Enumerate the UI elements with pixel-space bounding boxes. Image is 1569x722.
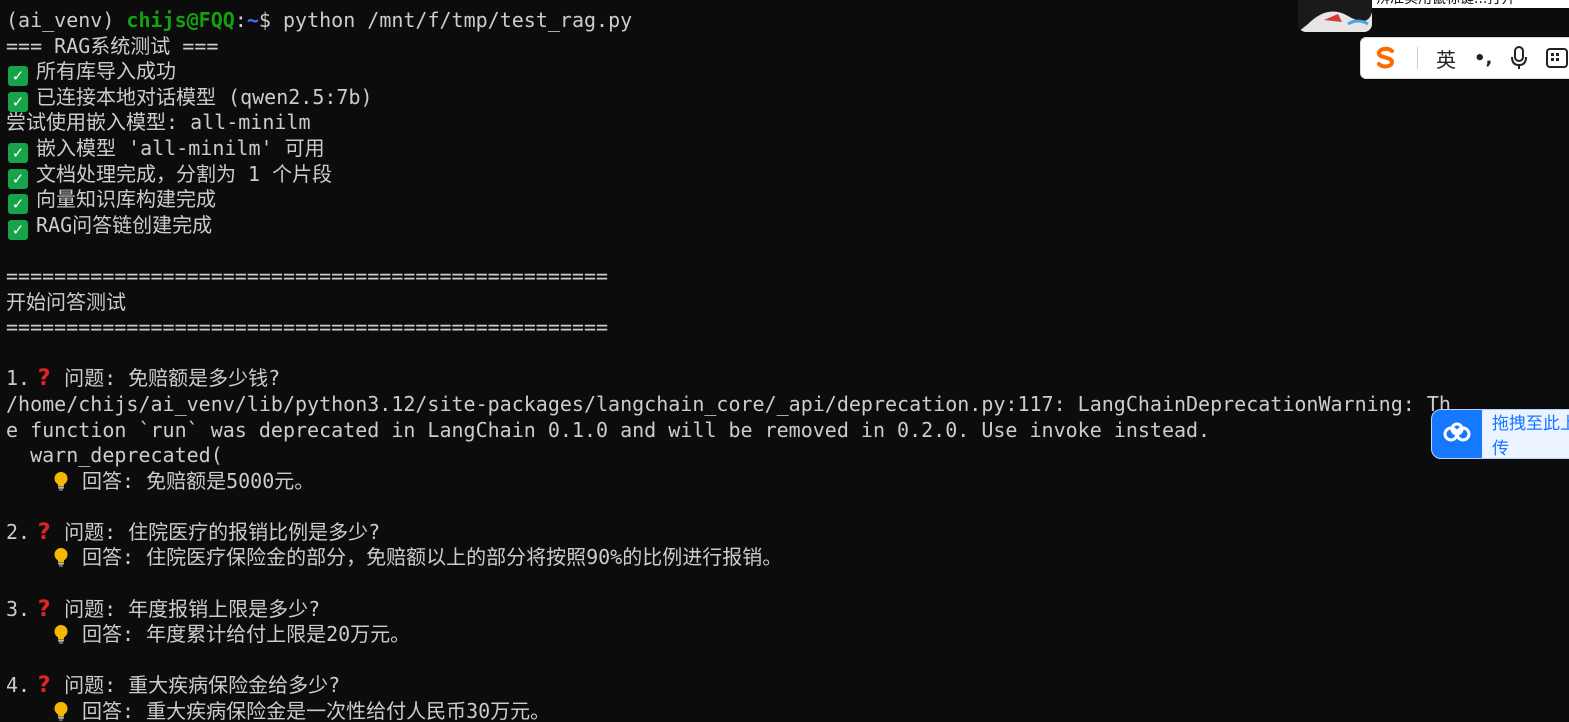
status-text: 嵌入模型 'all-minilm' 可用 <box>36 135 325 160</box>
cloud-logo-icon <box>1432 410 1482 458</box>
ime-language-toggle[interactable]: 英 <box>1436 44 1456 73</box>
answer-line: 回答: 年度累计给付上限是20万元。 <box>6 622 1569 648</box>
status-text: 文档处理完成，分割为 1 个片段 <box>36 161 333 186</box>
question-text: 问题: 年度报销上限是多少? <box>64 596 321 621</box>
warning-line: e function `run` was deprecated in LangC… <box>6 417 1211 442</box>
answer-text: 回答: 年度累计给付上限是20万元。 <box>82 622 411 647</box>
status-line: ✓ 已连接本地对话模型 (qwen2.5:7b) <box>6 84 1569 112</box>
question-number: 2. <box>6 519 31 544</box>
answer-text: 回答: 重大疾病保险金是一次性给付人民币30万元。 <box>82 699 551 722</box>
prompt-colon: : <box>234 8 247 32</box>
warning-line: /home/chijs/ai_venv/lib/python3.12/site-… <box>6 391 1451 416</box>
microphone-icon[interactable] <box>1510 46 1528 70</box>
question-mark-icon: ? <box>37 366 51 392</box>
question-number: 1. <box>6 366 31 391</box>
check-icon: ✓ <box>8 142 28 163</box>
keyboard-icon[interactable] <box>1546 48 1569 68</box>
prompt-user-host: chijs@FQQ <box>126 8 235 32</box>
status-line: ✓ RAG问答链创建完成 <box>6 212 1569 240</box>
drag-widget-label: 拖拽至此上传 <box>1492 414 1569 459</box>
status-text: 所有库导入成功 <box>36 59 176 84</box>
question-line: 1.? 问题: 免赔额是多少钱? <box>6 366 1569 392</box>
warning-line: warn_deprecated( <box>6 443 223 468</box>
command-text: python /mnt/f/tmp/test_rag.py <box>282 8 633 32</box>
check-icon: ✓ <box>8 168 28 189</box>
ime-toolbar[interactable]: 英 •, <box>1360 37 1569 79</box>
answer-text: 回答: 免赔额是5000元。 <box>82 468 315 493</box>
terminal-window[interactable]: (ai_venv) chijs@FQQ:~$ python /mnt/f/tmp… <box>0 0 1569 722</box>
divider-line: ========================================… <box>6 263 609 288</box>
ime-punctuation-toggle[interactable]: •, <box>1474 48 1492 69</box>
prompt-dollar: $ <box>258 8 283 32</box>
question-text: 问题: 住院医疗的报销比例是多少? <box>64 519 381 544</box>
question-number: 4. <box>6 673 31 698</box>
question-line: 4.? 问题: 重大疾病保险金给多少? <box>6 673 1569 699</box>
check-icon: ✓ <box>8 194 28 215</box>
status-line: ✓ 所有库导入成功 <box>6 59 1569 87</box>
lightbulb-icon <box>54 471 68 491</box>
divider-line: ========================================… <box>6 315 609 340</box>
prompt-path: ~ <box>246 8 259 32</box>
embed-try-line: 尝试使用嵌入模型: all-minilm <box>6 110 311 135</box>
ime-divider <box>1417 47 1418 69</box>
status-text: RAG问答链创建完成 <box>36 212 213 237</box>
question-text: 问题: 重大疾病保险金给多少? <box>64 673 341 698</box>
lightbulb-icon <box>54 702 68 721</box>
output-header: === RAG系统测试 === <box>6 33 219 58</box>
check-icon: ✓ <box>8 91 28 112</box>
check-icon: ✓ <box>8 219 28 240</box>
thumbnail-image <box>1298 0 1372 32</box>
question-mark-icon: ? <box>37 673 51 699</box>
status-text: 向量知识库构建完成 <box>36 187 216 212</box>
notification-text[interactable]: 辨准实用鼠标键...打开 <box>1372 0 1569 8</box>
answer-line: 回答: 免赔额是5000元。 <box>6 469 1569 495</box>
question-line: 2.? 问题: 住院医疗的报销比例是多少? <box>6 520 1569 546</box>
question-text: 问题: 免赔额是多少钱? <box>64 366 281 391</box>
status-line: ✓ 文档处理完成，分割为 1 个片段 <box>6 161 1569 189</box>
question-mark-icon: ? <box>37 596 51 622</box>
status-line: ✓ 向量知识库构建完成 <box>6 187 1569 215</box>
sogou-logo-icon[interactable] <box>1373 45 1399 71</box>
answer-line: 回答: 住院医疗保险金的部分，免赔额以上的部分将按照90%的比例进行报销。 <box>6 545 1569 571</box>
question-line: 3.? 问题: 年度报销上限是多少? <box>6 597 1569 623</box>
question-number: 3. <box>6 596 31 621</box>
answer-text: 回答: 住院医疗保险金的部分，免赔额以上的部分将按照90%的比例进行报销。 <box>82 545 783 570</box>
status-text: 已连接本地对话模型 (qwen2.5:7b) <box>36 84 373 109</box>
section-title: 开始问答测试 <box>6 289 126 314</box>
check-icon: ✓ <box>8 66 28 87</box>
lightbulb-icon <box>54 548 68 568</box>
lightbulb-icon <box>54 625 68 645</box>
status-line: ✓ 嵌入模型 'all-minilm' 可用 <box>6 135 1569 163</box>
notification-thumbnail[interactable] <box>1298 0 1372 32</box>
question-mark-icon: ? <box>37 519 51 545</box>
drag-upload-widget[interactable]: 拖拽至此上传 <box>1431 409 1569 459</box>
answer-line: 回答: 重大疾病保险金是一次性给付人民币30万元。 <box>6 699 1569 722</box>
prompt-env: (ai_venv) <box>6 8 127 32</box>
